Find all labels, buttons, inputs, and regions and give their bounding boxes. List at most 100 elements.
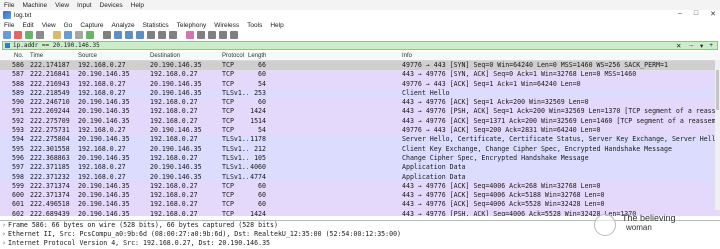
save-icon[interactable] [64, 31, 72, 39]
close-icon[interactable] [75, 31, 83, 39]
app-menu-item[interactable]: Help [270, 22, 283, 29]
table-row[interactable]: 590 222.246710 20.190.146.35 192.168.0.27 TC… [0, 98, 720, 108]
table-row[interactable]: 601 222.496518 20.190.146.35 192.168.0.27 TC… [0, 200, 720, 210]
zoom-out-icon[interactable] [208, 31, 216, 39]
table-row[interactable]: 598 222.371232 192.168.0.27 20.190.146.35 TL… [0, 172, 720, 182]
col-header-time[interactable]: Time [30, 52, 43, 60]
display-filter-bar[interactable]: ip.addr == 20.190.146.35 ✕ → ▾ + [2, 41, 718, 50]
app-menu-item[interactable]: Wireless [214, 22, 239, 29]
shark-fin-icon[interactable] [3, 31, 11, 39]
colorize-icon[interactable] [186, 31, 194, 39]
vm-menu-item[interactable]: Help [131, 2, 144, 9]
cell-time: 222.216943 [30, 79, 70, 88]
col-header-info[interactable]: Info [402, 52, 412, 60]
apply-filter-icon[interactable]: → [687, 42, 694, 50]
clear-filter-icon[interactable]: ✕ [676, 42, 681, 50]
detail-tree-item[interactable]: Internet Protocol Version 4, Src: 192.16… [0, 239, 720, 248]
col-header-length[interactable]: Length [248, 52, 266, 60]
recent-filters-icon[interactable]: ▾ [700, 42, 703, 50]
cell-time: 222.216841 [30, 70, 70, 79]
app-menu-item[interactable]: Tools [247, 22, 262, 29]
app-menu-item[interactable]: Go [64, 22, 73, 29]
cell-time: 222.689439 [30, 209, 70, 216]
cell-destination: 192.168.0.27 [150, 135, 198, 144]
table-row[interactable]: 586 222.174187 192.168.0.27 20.190.146.35 TC… [0, 61, 720, 71]
restart-icon[interactable] [25, 31, 33, 39]
cell-info: 49776 → 443 [SYN] Seq=0 Win=64240 Len=0 … [402, 61, 668, 69]
forward-icon[interactable] [125, 31, 133, 39]
goto-icon[interactable] [136, 31, 144, 39]
cell-no: 591 [12, 107, 24, 116]
table-row[interactable]: 595 222.301558 192.168.0.27 20.190.146.35 TL… [0, 144, 720, 154]
table-row[interactable]: 589 222.218549 192.168.0.27 20.190.146.35 TL… [0, 88, 720, 99]
cell-time: 222.371232 [30, 172, 70, 181]
app-menu-item[interactable]: Telephony [177, 22, 207, 29]
vm-menu-item[interactable]: File [4, 2, 14, 9]
cell-no: 588 [12, 79, 24, 88]
cell-length: 1424 [250, 209, 266, 216]
options-icon[interactable] [36, 31, 44, 39]
vm-menu-item[interactable]: Input [77, 2, 91, 9]
cell-info: 443 → 49776 [ACK] Seq=4006 Ack=5188 Win=… [402, 191, 605, 200]
reload-icon[interactable] [86, 31, 94, 39]
app-titlebar: log.txt – □ ✕ [0, 10, 720, 20]
app-menu-item[interactable]: Capture [80, 22, 103, 29]
cell-destination: 20.190.146.35 [150, 163, 202, 172]
vm-menu-item[interactable]: View [55, 2, 69, 9]
cell-length: 60 [258, 191, 266, 200]
table-row[interactable]: 594 222.275804 20.190.146.35 192.168.0.27 TL… [0, 135, 720, 145]
cell-source: 192.168.0.27 [78, 126, 126, 135]
cell-source: 20.190.146.35 [78, 116, 130, 125]
cell-destination: 192.168.0.27 [150, 209, 198, 216]
app-menu-item[interactable]: File [4, 22, 14, 29]
cell-length: 253 [254, 88, 266, 97]
minimize-icon[interactable]: – [678, 10, 682, 18]
table-row[interactable]: 588 222.216943 192.168.0.27 20.190.146.35 TC… [0, 79, 720, 89]
first-icon[interactable] [147, 31, 155, 39]
cell-no: 593 [12, 126, 24, 135]
cell-time: 222.269244 [30, 107, 70, 116]
col-header-source[interactable]: Source [78, 52, 97, 60]
zoom-in-icon[interactable] [197, 31, 205, 39]
col-header-no[interactable]: No. [14, 52, 23, 60]
table-row[interactable]: 592 222.275709 20.190.146.35 192.168.0.27 TC… [0, 116, 720, 127]
close-window-icon[interactable]: ✕ [710, 10, 716, 18]
table-row[interactable]: 597 222.371185 192.168.0.27 20.190.146.35 TL… [0, 163, 720, 173]
last-icon[interactable] [158, 31, 166, 39]
filter-bookmark-icon[interactable] [5, 43, 10, 48]
app-menu-item[interactable]: Edit [22, 22, 33, 29]
display-filter-input[interactable]: ip.addr == 20.190.146.35 [13, 42, 100, 49]
add-filter-button-icon[interactable]: + [709, 42, 713, 50]
vm-menu-item[interactable]: Machine [22, 2, 47, 9]
app-menu-item[interactable]: Analyze [111, 22, 134, 29]
main-toolbar [0, 30, 720, 40]
autoscroll-icon[interactable] [169, 31, 177, 39]
col-header-protocol[interactable]: Protocol [222, 52, 244, 60]
find-icon[interactable] [103, 31, 111, 39]
zoom-reset-icon[interactable] [219, 31, 227, 39]
cell-destination: 20.190.146.35 [150, 126, 202, 135]
table-row[interactable]: 591 222.269244 20.190.146.35 192.168.0.27 TC… [0, 107, 720, 117]
maximize-icon[interactable]: □ [694, 10, 698, 18]
back-icon[interactable] [114, 31, 122, 39]
app-menu-item[interactable]: View [42, 22, 56, 29]
scrollbar-thumb[interactable] [716, 70, 719, 110]
vm-menu-item[interactable]: Devices [100, 2, 123, 9]
open-icon[interactable] [53, 31, 61, 39]
col-header-destination[interactable]: Destination [150, 52, 180, 60]
cell-destination: 192.168.0.27 [150, 153, 198, 162]
table-row[interactable]: 587 222.216841 20.190.146.35 192.168.0.27 TC… [0, 70, 720, 80]
table-row[interactable]: 596 222.368863 20.190.146.35 192.168.0.27 TL… [0, 153, 720, 164]
cell-source: 192.168.0.27 [78, 163, 126, 172]
stop-icon[interactable] [14, 31, 22, 39]
table-row[interactable]: 599 222.371374 20.190.146.35 192.168.0.27 TC… [0, 181, 720, 192]
app-menu-item[interactable]: Statistics [143, 22, 169, 29]
packet-list-scrollbar[interactable] [715, 60, 720, 210]
cell-source: 20.190.146.35 [78, 107, 130, 116]
cell-protocol: TCP [222, 61, 234, 69]
cell-info: Server Hello, Certificate, Certificate S… [402, 135, 716, 144]
resize-columns-icon[interactable] [230, 31, 238, 39]
cell-length: 1514 [250, 116, 266, 125]
table-row[interactable]: 600 222.371374 20.190.146.35 192.168.0.27 TC… [0, 191, 720, 201]
table-row[interactable]: 593 222.275731 192.168.0.27 20.190.146.35 TC… [0, 126, 720, 136]
